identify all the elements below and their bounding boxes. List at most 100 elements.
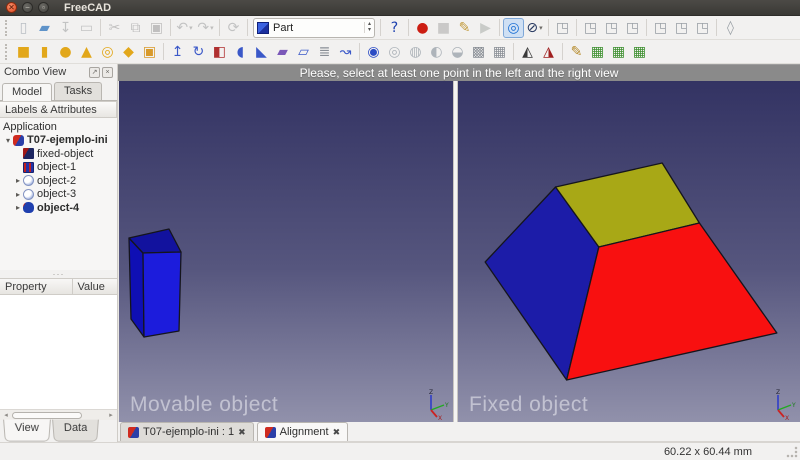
column-value[interactable]: Value (73, 279, 110, 294)
boolean-union-button[interactable]: ◉ (363, 42, 384, 62)
part-chamfer-button[interactable]: ◣ (251, 42, 272, 62)
check-geometry-button[interactable]: ◭ (517, 42, 538, 62)
part-ruled-surface-icon: ▱ (298, 45, 309, 59)
part-cylinder-button[interactable]: ▮ (34, 42, 55, 62)
expand-arrow-icon[interactable]: ▸ (13, 176, 23, 185)
tab-model[interactable]: Model (2, 83, 52, 101)
expand-arrow-icon[interactable]: ▸ (13, 203, 23, 212)
part-sphere-button[interactable]: ● (55, 42, 76, 62)
view-top-button[interactable]: ◳ (601, 18, 622, 38)
fit-all-button[interactable]: ◎ (503, 18, 524, 38)
property-horizontal-scrollbar[interactable]: ◂ ▸ (0, 409, 117, 420)
part-sweep-button[interactable]: ↝ (335, 42, 356, 62)
dropdown-caret-icon[interactable]: ▾ (189, 24, 193, 32)
compound-button[interactable]: ▩ (468, 42, 489, 62)
toolbar-handle[interactable] (5, 44, 10, 60)
dropdown-caret-icon[interactable]: ▾ (539, 24, 543, 32)
view-front-button[interactable]: ◳ (580, 18, 601, 38)
view-axonometric-button[interactable]: ◳ (552, 18, 573, 38)
scrollbar-thumb[interactable] (12, 412, 82, 419)
cut-button[interactable]: ✂ (104, 18, 125, 38)
draw-style-button[interactable]: ⊘▾ (524, 18, 545, 38)
view-right-button[interactable]: ◳ (622, 18, 643, 38)
expand-arrow-icon[interactable]: ▾ (3, 136, 13, 145)
workbench-selector[interactable]: Part▴▾ (253, 18, 375, 38)
scroll-left-icon[interactable]: ◂ (2, 411, 10, 419)
view-bottom-button[interactable]: ◳ (671, 18, 692, 38)
scroll-right-icon[interactable]: ▸ (107, 411, 115, 419)
open-folder-button[interactable]: ▰ (34, 18, 55, 38)
copy-button[interactable]: ⧉ (125, 18, 146, 38)
boolean-cut-button[interactable]: ◍ (405, 42, 426, 62)
whats-this-button[interactable]: ? (384, 18, 405, 38)
tab-data[interactable]: Data (52, 420, 99, 442)
combo-view-close-button[interactable]: × (102, 67, 113, 78)
cross-sections-button[interactable]: ◒ (447, 42, 468, 62)
toolbar-handle[interactable] (5, 20, 10, 36)
document-tab-inactive[interactable]: T07-ejemplo-ini : 1✖ (120, 422, 254, 441)
tab-view[interactable]: View (3, 420, 50, 442)
part-primitives-button[interactable]: ◆ (118, 42, 139, 62)
window-maximize-button[interactable]: ▫ (38, 2, 49, 13)
tab-close-icon[interactable]: ✖ (238, 427, 246, 438)
part-shape-builder-button[interactable]: ▣ (139, 42, 160, 62)
refresh-button[interactable]: ⟳ (223, 18, 244, 38)
viewport-fixed[interactable]: Fixed object Z Y X (458, 81, 800, 422)
defeaturing-button[interactable]: ◮ (538, 42, 559, 62)
window-close-button[interactable]: ✕ (6, 2, 17, 13)
part-revolve-button[interactable]: ↻ (188, 42, 209, 62)
part-make-face-button[interactable]: ▰ (272, 42, 293, 62)
edit-attachment-button[interactable]: ✎ (566, 42, 587, 62)
combo-spinner-icon[interactable]: ▴▾ (364, 22, 371, 33)
resize-grip[interactable] (786, 446, 798, 458)
macro-stop-button[interactable]: ■ (433, 18, 454, 38)
macro-play-button[interactable]: ▶ (475, 18, 496, 38)
toolbar-separator (646, 19, 647, 36)
viewport-movable[interactable]: Movable object Z Y X (119, 81, 453, 422)
part-extrude-button[interactable]: ↥ (167, 42, 188, 62)
combo-view-float-button[interactable]: ↗ (89, 67, 100, 78)
tree-item-object-4[interactable]: ▸object-4 (3, 201, 117, 215)
tab-tasks[interactable]: Tasks (54, 82, 102, 100)
column-property[interactable]: Property (0, 279, 73, 294)
part-cutout-button[interactable]: ▦ (629, 42, 650, 62)
print-button[interactable]: ▭ (76, 18, 97, 38)
part-cone-button[interactable]: ▲ (76, 42, 97, 62)
undo-button[interactable]: ↶▾ (174, 18, 195, 38)
tree-item-fixed-object[interactable]: fixed-object (3, 147, 117, 161)
paste-button[interactable]: ▣ (146, 18, 167, 38)
document-tab-active[interactable]: Alignment✖ (257, 422, 348, 441)
part-connect-button[interactable]: ▦ (587, 42, 608, 62)
boolean-common-button[interactable]: ◎ (384, 42, 405, 62)
part-mirror-button[interactable]: ◧ (209, 42, 230, 62)
view-rear-button[interactable]: ◳ (650, 18, 671, 38)
save-button[interactable]: ↧ (55, 18, 76, 38)
view-left-button[interactable]: ◳ (692, 18, 713, 38)
part-loft-button[interactable]: ≣ (314, 42, 335, 62)
part-torus-button[interactable]: ◎ (97, 42, 118, 62)
macro-record-button[interactable]: ● (412, 18, 433, 38)
document-tab-bar: T07-ejemplo-ini : 1✖Alignment✖ (118, 422, 800, 442)
expand-arrow-icon[interactable]: ▸ (13, 190, 23, 199)
macro-edit-button[interactable]: ✎ (454, 18, 475, 38)
measure-button[interactable]: ◊ (720, 18, 741, 38)
tree-item-document[interactable]: ▾T07-ejemplo-ini (3, 134, 117, 148)
section-button[interactable]: ◐ (426, 42, 447, 62)
tree-item-object-3[interactable]: ▸object-3 (3, 188, 117, 202)
property-table-body[interactable] (0, 295, 117, 409)
window-minimize-button[interactable]: − (22, 2, 33, 13)
part-fillet-button[interactable]: ◖ (230, 42, 251, 62)
redo-button[interactable]: ↷▾ (195, 18, 216, 38)
part-ruled-surface-button[interactable]: ▱ (293, 42, 314, 62)
labels-attributes-header[interactable]: Labels & Attributes (0, 101, 117, 118)
new-document-button[interactable]: ▯ (13, 18, 34, 38)
tree-item-object-2[interactable]: ▸object-2 (3, 174, 117, 188)
dropdown-caret-icon[interactable]: ▾ (210, 24, 214, 32)
tab-close-icon[interactable]: ✖ (333, 427, 341, 438)
panel-splitter-handle[interactable]: ··· (0, 270, 117, 278)
tree-root-application[interactable]: Application (3, 120, 117, 134)
tree-item-object-1[interactable]: object-1 (3, 161, 117, 175)
part-embed-button[interactable]: ▦ (608, 42, 629, 62)
compound-filter-button[interactable]: ▦ (489, 42, 510, 62)
part-box-button[interactable]: ■ (13, 42, 34, 62)
